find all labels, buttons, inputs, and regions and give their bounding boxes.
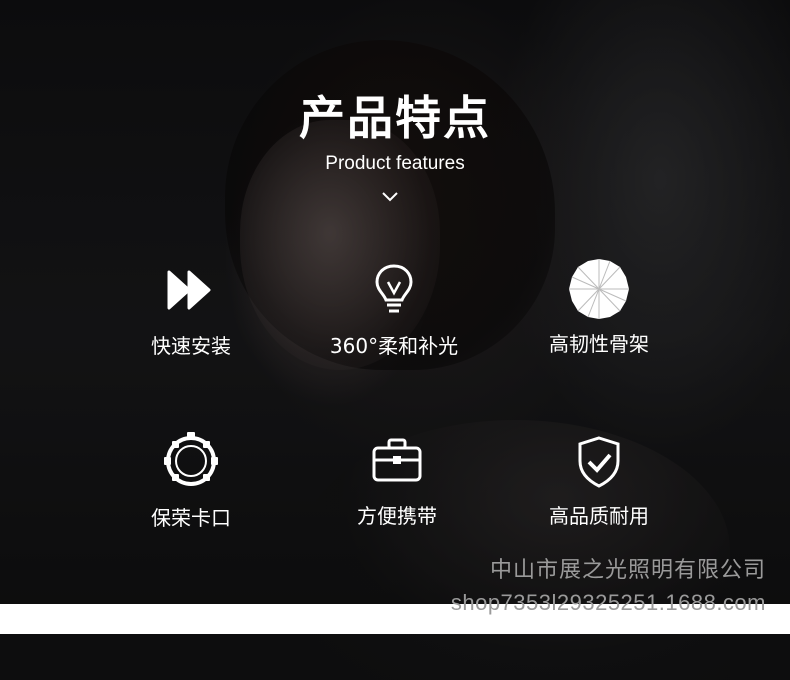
fast-forward-icon (167, 270, 211, 310)
feature-durable: 高品质耐用 (509, 434, 689, 529)
feature-label: 保荣卡口 (151, 506, 231, 530)
feature-label: 高品质耐用 (549, 504, 649, 528)
page-subtitle: Product features (325, 153, 465, 174)
shield-check-icon (578, 436, 620, 488)
feature-label: 方便携带 (357, 504, 437, 528)
briefcase-icon (372, 438, 422, 482)
watermark-company: 中山市展之光照明有限公司 (489, 557, 766, 582)
feature-label: 高韧性骨架 (549, 332, 649, 356)
bayonet-mount-icon (164, 432, 218, 486)
feature-tough-frame: 高韧性骨架 (509, 258, 689, 357)
feature-bayonet-mount: 保荣卡口 (101, 430, 281, 531)
feature-fast-install: 快速安装 (101, 262, 281, 359)
feature-soft-light: 360°柔和补光 (304, 262, 484, 359)
chevron-down-icon (382, 192, 398, 202)
umbrella-frame-icon (569, 259, 629, 319)
feature-portable: 方便携带 (307, 436, 487, 529)
feature-label: 360°柔和补光 (329, 334, 459, 358)
feature-label: 快速安装 (151, 334, 231, 358)
page-title: 产品特点 (299, 91, 491, 145)
watermark-shop-url: shop7353l29325251.1688.com (450, 590, 766, 615)
light-bulb-icon (375, 264, 413, 313)
